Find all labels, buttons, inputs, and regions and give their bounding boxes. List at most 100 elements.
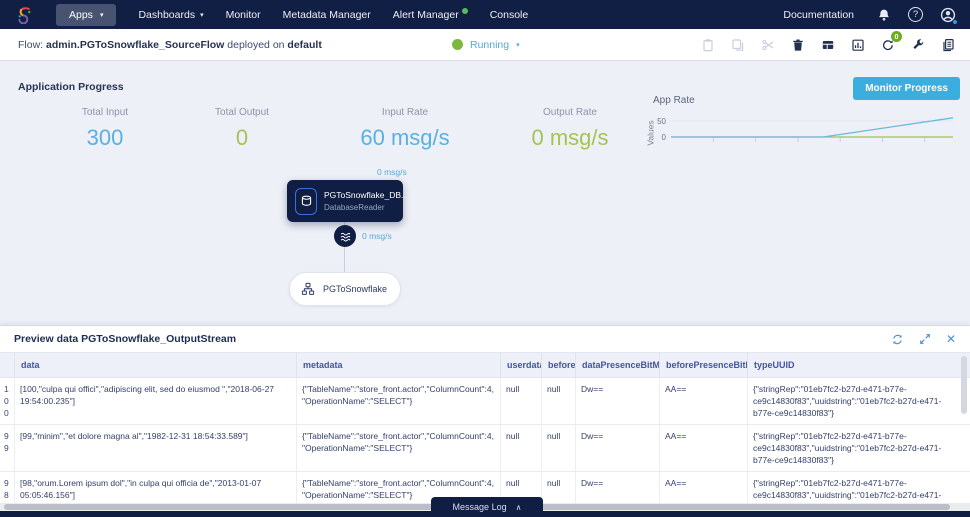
striim-logo-icon[interactable] (14, 5, 34, 25)
preview-table-header: datametadatauserdatabeforedataPresenceBi… (0, 352, 970, 378)
table-row[interactable]: 100[100,"culpa qui offici","adipiscing e… (0, 378, 970, 425)
flow-canvas: Application Progress Monitor Progress To… (0, 61, 970, 325)
cell-data: [99,"minim","et dolore magna al","1982-1… (14, 425, 296, 471)
caret-down-icon: ▾ (200, 12, 204, 19)
caret-down-icon: ▾ (516, 42, 520, 49)
source-node[interactable]: PGToSnowflake_DB... DatabaseReader (287, 180, 403, 222)
status-label: Running (470, 39, 509, 51)
cell-data: [100,"culpa qui offici","adipiscing elit… (14, 378, 296, 424)
target-flow-node[interactable]: PGToSnowflake (289, 272, 401, 306)
refresh-icon[interactable] (891, 333, 904, 346)
board-view-icon[interactable] (817, 34, 838, 55)
table-row[interactable]: 99[99,"minim","et dolore magna al","1982… (0, 425, 970, 472)
column-header-before: before (541, 353, 575, 377)
cell-before: null (541, 472, 575, 504)
cell-typeUUID: {"stringRep":"01eb7fc2-b27d-e471-b77e-ce… (747, 378, 952, 424)
nav-metadata-manager[interactable]: Metadata Manager (283, 9, 371, 21)
column-header-metadata: metadata (296, 353, 500, 377)
vertical-scrollbar-thumb[interactable] (961, 356, 967, 414)
application-progress-title: Application Progress (18, 81, 124, 93)
svg-text:0: 0 (662, 133, 667, 142)
column-header-userdata: userdata (500, 353, 541, 377)
expand-icon[interactable] (919, 333, 931, 345)
user-notification-dot (952, 19, 958, 25)
cell-beforePresenceBitMap: AA== (659, 425, 747, 471)
app-status-dropdown[interactable]: Running ▾ (452, 39, 520, 51)
target-node-label: PGToSnowflake (323, 284, 387, 294)
message-log-label: Message Log (453, 502, 507, 512)
chart-y-axis-label: Values (646, 120, 656, 145)
running-status-dot (452, 39, 463, 50)
cell-dataPresenceBitMap: Dw== (575, 378, 659, 424)
deploy-target: default (287, 39, 321, 51)
settings-wrench-icon[interactable] (907, 34, 928, 55)
metric-output-rate: Output Rate 0 msg/s (531, 107, 608, 151)
column-header-beforePresenceBitMap: beforePresenceBitMap (659, 353, 747, 377)
source-node-type: DatabaseReader (324, 203, 408, 212)
paste-icon[interactable] (697, 34, 718, 55)
cell-data: [98,"orum.Lorem ipsum dol","in culpa qui… (14, 472, 296, 504)
metric-input-rate: Input Rate 60 msg/s (360, 107, 449, 151)
cut-icon[interactable] (757, 34, 778, 55)
cell-row-number: 98 (0, 472, 14, 504)
changes-count-badge: 0 (891, 31, 902, 42)
cell-beforePresenceBitMap: AA== (659, 472, 747, 504)
cell-dataPresenceBitMap: Dw== (575, 425, 659, 471)
nav-apps-button[interactable]: Apps ▾ (56, 4, 116, 26)
cell-metadata: {"TableName":"store_front.actor","Column… (296, 378, 500, 424)
cell-before: null (541, 378, 575, 424)
column-header-typeUUID: typeUUID (747, 353, 952, 377)
cell-dataPresenceBitMap: Dw== (575, 472, 659, 504)
cell-userdata: null (500, 425, 541, 471)
nav-dashboards[interactable]: Dashboards ▾ (138, 9, 203, 21)
flow-hierarchy-icon (301, 282, 315, 296)
nav-alert-manager[interactable]: Alert Manager (393, 9, 468, 21)
stream-waves-icon (339, 231, 352, 242)
preview-table-body: 100[100,"culpa qui offici","adipiscing e… (0, 378, 970, 504)
cell-row-number: 100 (0, 378, 14, 424)
preview-panel: Preview data PGToSnowflake_OutputStream … (0, 325, 970, 503)
top-nav: Apps ▾ Dashboards ▾ Monitor Metadata Man… (0, 0, 970, 29)
chart-view-icon[interactable] (847, 34, 868, 55)
flow-breadcrumb: Flow: admin.PGToSnowflake_SourceFlow dep… (18, 39, 322, 51)
chart-title: App Rate (653, 95, 961, 106)
redeploy-sync-icon[interactable]: 0 (877, 34, 898, 55)
stream-node[interactable] (334, 225, 356, 247)
close-icon[interactable]: ✕ (946, 332, 956, 346)
preview-title: Preview data PGToSnowflake_OutputStream (14, 333, 236, 345)
caret-down-icon: ▾ (100, 12, 104, 19)
nav-documentation[interactable]: Documentation (783, 9, 854, 21)
copy-icon[interactable] (727, 34, 748, 55)
delete-trash-icon[interactable] (787, 34, 808, 55)
message-log-tab[interactable]: Message Log ∧ (431, 497, 543, 517)
help-icon[interactable]: ? (908, 7, 923, 22)
database-icon (295, 188, 317, 215)
cell-typeUUID: {"stringRep":"01eb7fc2-b27d-e471-b77e-ce… (747, 425, 952, 471)
stream-rate-label: 0 msg/s (362, 231, 392, 241)
cell-before: null (541, 425, 575, 471)
nav-console[interactable]: Console (490, 9, 529, 21)
cell-beforePresenceBitMap: AA== (659, 378, 747, 424)
column-header-row-number (0, 353, 14, 377)
flow-name: admin.PGToSnowflake_SourceFlow (46, 39, 224, 51)
alert-status-dot (462, 8, 468, 14)
app-rate-chart: App Rate Values 50 0 (645, 95, 961, 155)
source-rate-label: 0 msg/s (377, 167, 407, 177)
nav-apps-label: Apps (69, 9, 93, 21)
nav-monitor[interactable]: Monitor (226, 9, 261, 21)
cell-userdata: null (500, 378, 541, 424)
column-header-data: data (14, 353, 296, 377)
flow-toolbar: Flow: admin.PGToSnowflake_SourceFlow dep… (0, 29, 970, 61)
metric-total-output: Total Output 0 (215, 107, 269, 151)
cell-metadata: {"TableName":"store_front.actor","Column… (296, 425, 500, 471)
svg-text:50: 50 (657, 117, 666, 126)
column-header-dataPresenceBitMap: dataPresenceBitMap (575, 353, 659, 377)
cell-typeUUID: {"stringRep":"01eb7fc2-b27d-e471-b77e-ce… (747, 472, 952, 504)
user-account-icon[interactable] (940, 7, 956, 23)
notifications-bell-icon[interactable] (877, 8, 891, 22)
report-docs-icon[interactable] (937, 34, 958, 55)
metric-total-input: Total Input 300 (82, 107, 128, 151)
app-rate-plot: 50 0 (645, 112, 957, 150)
cell-row-number: 99 (0, 425, 14, 471)
chevron-up-icon: ∧ (516, 503, 522, 512)
